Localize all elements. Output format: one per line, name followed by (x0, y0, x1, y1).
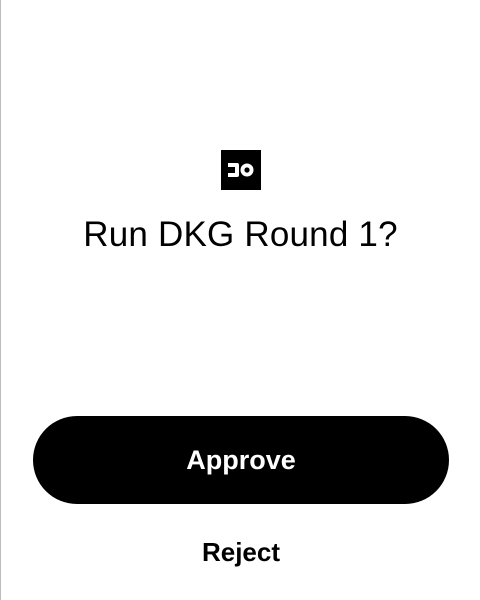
dialog-title: Run DKG Round 1? (83, 215, 398, 254)
reject-button[interactable]: Reject (141, 530, 341, 574)
brand-logo-icon (221, 150, 261, 190)
approval-screen: Run DKG Round 1? Approve Reject (0, 0, 480, 600)
approve-button[interactable]: Approve (33, 416, 449, 504)
